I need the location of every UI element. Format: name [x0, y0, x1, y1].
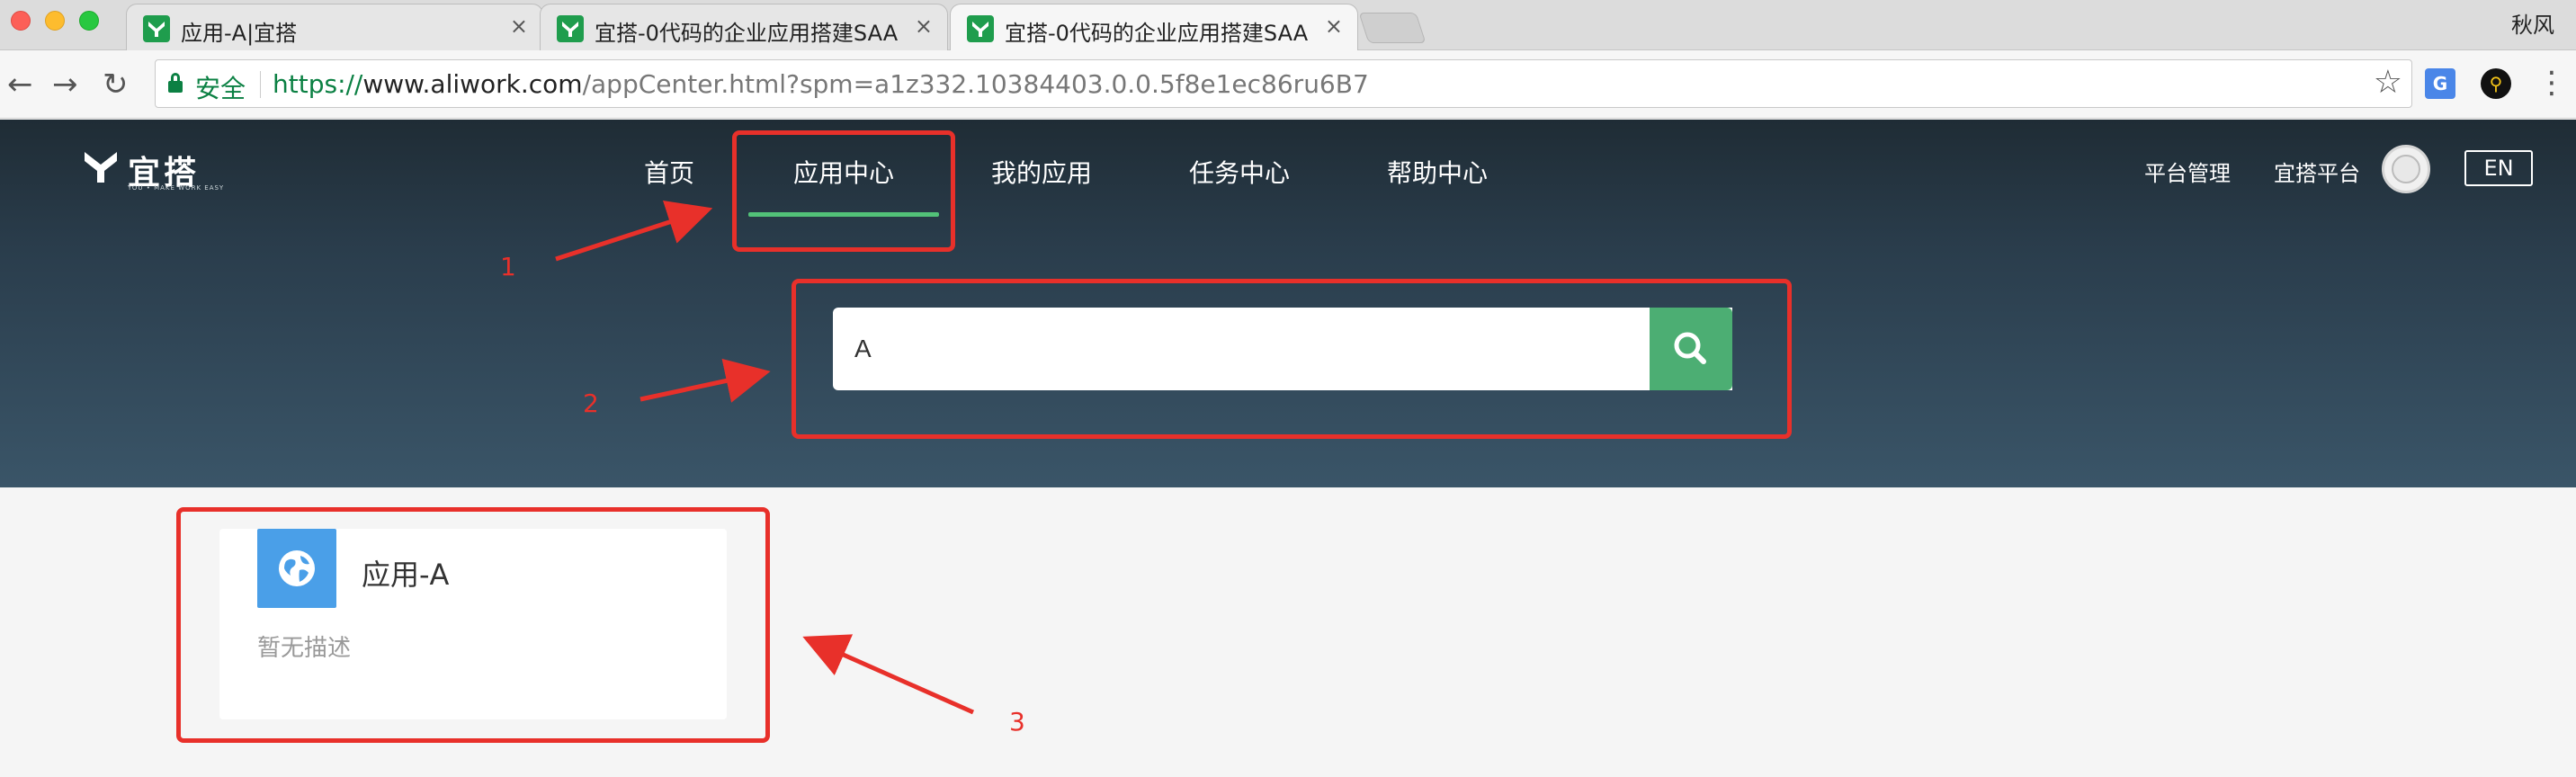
browser-toolbar: ← → ↻ 安全 https://www.aliwork.com/appCent… [0, 50, 2576, 119]
browser-tab-3-active[interactable]: 宜搭-0代码的企业应用搭建SAA × [950, 4, 1358, 51]
bookmark-star-icon[interactable]: ☆ [2374, 64, 2402, 101]
key-extension-icon[interactable]: ⚲ [2481, 68, 2511, 99]
nav-home[interactable]: 首页 [644, 154, 694, 190]
window-close-button[interactable] [11, 11, 31, 31]
annotation-number-2: 2 [583, 388, 599, 418]
url-text[interactable]: https://www.aliwork.com/appCenter.html?s… [273, 69, 1369, 99]
window-zoom-button[interactable] [79, 11, 99, 31]
url-divider [260, 71, 261, 98]
logo-tagline: YOU • MAKE WORK EASY [128, 184, 225, 192]
url-path: /appCenter.html?spm=a1z332.10384403.0.0.… [582, 69, 1369, 99]
tab-close-icon[interactable]: × [915, 13, 933, 39]
tab-title: 宜搭-0代码的企业应用搭建SAA [1005, 21, 1309, 46]
avatar[interactable] [2382, 145, 2430, 193]
language-toggle-button[interactable]: EN [2464, 150, 2533, 186]
address-bar[interactable]: 安全 https://www.aliwork.com/appCenter.htm… [155, 59, 2412, 108]
url-scheme: https:// [273, 69, 363, 99]
browser-profile-name[interactable]: 秋风 [2511, 7, 2554, 39]
nav-task-center[interactable]: 任务中心 [1189, 154, 1290, 190]
annotation-arrow-3 [802, 634, 975, 715]
annotation-box-3 [176, 507, 770, 743]
secure-label: 安全 [195, 74, 246, 103]
tab-title: 应用-A|宜搭 [181, 21, 298, 46]
new-tab-button[interactable] [1358, 13, 1427, 43]
reload-icon[interactable]: ↻ [103, 67, 129, 103]
yida-favicon-icon [557, 15, 584, 42]
annotation-number-1: 1 [500, 252, 516, 281]
tab-close-icon[interactable]: × [510, 13, 528, 39]
browser-tab-2[interactable]: 宜搭-0代码的企业应用搭建SAA × [540, 4, 948, 50]
nav-my-apps[interactable]: 我的应用 [991, 154, 1092, 190]
yida-favicon-icon [143, 15, 170, 42]
tab-title: 宜搭-0代码的企业应用搭建SAA [595, 21, 899, 46]
annotation-number-3: 3 [1009, 707, 1025, 737]
yida-logo-mark-icon [85, 152, 117, 183]
lock-icon [168, 73, 183, 93]
browser-menu-icon[interactable]: ⋮ [2536, 63, 2567, 103]
forward-arrow-icon[interactable]: → [52, 67, 78, 103]
browser-tab-1[interactable]: 应用-A|宜搭 × [126, 4, 543, 50]
yida-logo[interactable]: 宜搭 YOU • MAKE WORK EASY [83, 147, 223, 193]
annotation-box-2 [792, 279, 1792, 439]
user-face-icon [2392, 155, 2420, 183]
annotation-box-1 [732, 130, 955, 252]
browser-tab-strip: 应用-A|宜搭 × 宜搭-0代码的企业应用搭建SAA × 宜搭-0代码的企业应用… [0, 0, 2576, 51]
google-translate-extension-icon[interactable]: G [2425, 68, 2455, 99]
nav-help-center[interactable]: 帮助中心 [1387, 154, 1488, 190]
url-host: www.aliwork.com [362, 69, 583, 99]
yida-favicon-icon [967, 15, 994, 42]
tab-close-icon[interactable]: × [1325, 13, 1343, 39]
platform-admin-link[interactable]: 平台管理 [2144, 156, 2231, 187]
platform-name[interactable]: 宜搭平台 [2274, 156, 2360, 187]
back-arrow-icon[interactable]: ← [7, 67, 33, 103]
window-minimize-button[interactable] [45, 11, 65, 31]
